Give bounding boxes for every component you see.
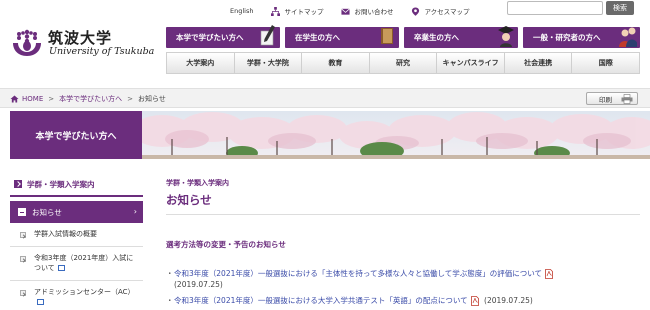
utility-nav: English サイトマップ お問い合わせ アクセスマップ: [230, 4, 487, 18]
search-button[interactable]: 検索: [606, 1, 634, 15]
notice-link[interactable]: 令和3年度（2021年度）一般選抜における「主体性を持って多様な人々と協働して学…: [174, 269, 542, 278]
section-title: 選考方法等の変更・予告のお知らせ: [166, 240, 286, 249]
sidebar-item-admission-center[interactable]: アドミッションセンター（AC）: [10, 281, 143, 310]
audience-students-button[interactable]: 在学生の方へ: [285, 27, 399, 48]
sitemap-icon: [271, 6, 281, 16]
sidebar-heading[interactable]: 学群・学類入学案内: [10, 173, 143, 197]
printer-icon: [621, 93, 633, 104]
search-input[interactable]: [507, 1, 603, 15]
breadcrumb-bar: HOME > 本学で学びたい方へ > お知らせ 印刷: [0, 88, 650, 108]
map-pin-icon: [412, 6, 420, 16]
external-link-icon: [57, 264, 65, 271]
gnav-research[interactable]: 研究: [370, 53, 438, 73]
audience-prospective-label: 本学で学びたい方へ: [176, 33, 244, 42]
gnav-schools[interactable]: 学群・大学院: [235, 53, 303, 73]
gnav-about[interactable]: 大学案内: [167, 53, 235, 73]
list-item: ・ 令和3年度（2021年度）一般選抜における大学入学共通テスト「英語」の配点に…: [166, 295, 640, 306]
category-label: 学群・学類入学案内: [166, 179, 229, 187]
sitemap-label: サイトマップ: [284, 8, 324, 16]
chevron-right-icon: ›: [133, 207, 137, 216]
home-icon: [10, 95, 19, 103]
list-item: ・ 令和3年度（2021年度）一般選抜における「主体性を持って多様な人々と協働し…: [166, 268, 640, 291]
notice-list: ・ 令和3年度（2021年度）一般選抜における「主体性を持って多様な人々と協働し…: [166, 268, 640, 306]
contact-link[interactable]: お問い合わせ: [341, 6, 393, 16]
gnav-social[interactable]: 社会連携: [505, 53, 573, 73]
pen-icon: [260, 25, 275, 46]
sidebar-item-label: アドミッションセンター（AC）: [34, 288, 135, 297]
audience-general-label: 一般・研究者の方へ: [533, 33, 601, 42]
audience-alumni-label: 卒業生の方へ: [414, 33, 459, 42]
gnav-international[interactable]: 国際: [572, 53, 639, 73]
mail-icon: [341, 8, 351, 15]
sidebar-item-label: 令和3年度（2021年度）入試について: [34, 254, 134, 272]
banner-title: 本学で学びたい方へ: [10, 111, 142, 159]
breadcrumb: HOME > 本学で学びたい方へ > お知らせ: [10, 94, 166, 104]
sidebar-item-label: 学群入試情報の概要: [34, 230, 97, 238]
cherry-blossom-image: [142, 111, 650, 159]
breadcrumb-separator: >: [48, 95, 55, 103]
english-link[interactable]: English: [230, 7, 253, 15]
audience-alumni-button[interactable]: 卒業生の方へ: [404, 26, 518, 48]
university-logo[interactable]: 筑波大学 University of Tsukuba: [10, 24, 160, 62]
print-label: 印刷: [599, 95, 612, 104]
breadcrumb-home[interactable]: HOME: [22, 95, 43, 103]
bullet-arrow-icon: [20, 232, 26, 238]
bullet-arrow-icon: [20, 290, 26, 297]
logo-japanese-name: 筑波大学: [48, 29, 113, 47]
audience-prospective-button[interactable]: 本学で学びたい方へ: [166, 25, 280, 48]
access-map-link[interactable]: アクセスマップ: [411, 6, 469, 16]
breadcrumb-separator: >: [127, 95, 133, 103]
paulownia-crest-icon: [13, 29, 41, 56]
book-icon: [381, 28, 393, 44]
main-content: 学群・学類入学案内 お知らせ 選考方法等の変更・予告のお知らせ ・ 令和3年度（…: [166, 178, 640, 310]
breadcrumb-current: お知らせ: [138, 95, 166, 103]
bullet: ・: [166, 295, 174, 305]
sidebar-heading-label: 学群・学類入学案内: [27, 179, 95, 189]
print-button[interactable]: 印刷: [586, 92, 638, 105]
sidebar-item-2021-exam[interactable]: 令和3年度（2021年度）入試について: [10, 247, 143, 282]
audience-general-button[interactable]: 一般・研究者の方へ: [523, 27, 640, 48]
notice-date: (2019.07.25): [174, 280, 223, 290]
square-arrow-icon: [14, 180, 22, 188]
english-label: English: [230, 7, 254, 15]
contact-label: お問い合わせ: [354, 8, 394, 16]
page-banner: 本学で学びたい方へ: [0, 111, 650, 159]
sitemap-link[interactable]: サイトマップ: [271, 6, 323, 16]
sidebar-item-exam-overview[interactable]: 学群入試情報の概要: [10, 223, 143, 248]
access-map-label: アクセスマップ: [424, 8, 470, 16]
pdf-icon: [470, 295, 479, 306]
bullet-arrow-icon: [20, 256, 26, 263]
sidebar-item-news-label: お知らせ: [32, 207, 62, 217]
gnav-education[interactable]: 教育: [302, 53, 370, 73]
notice-link[interactable]: 令和3年度（2021年度）一般選抜における大学入学共通テスト「英語」の配点につい…: [174, 296, 468, 305]
external-link-icon: [37, 298, 44, 305]
logo-english-name: University of Tsukuba: [49, 46, 155, 57]
bullet: ・: [166, 269, 174, 278]
sidebar: 学群・学類入学案内 お知らせ › 学群入試情報の概要 令和3年度（2021年度）…: [10, 173, 143, 310]
audience-students-label: 在学生の方へ: [295, 33, 340, 42]
notice-date: (2019.07.25): [484, 295, 533, 305]
graduate-icon: [498, 26, 514, 47]
global-nav: 大学案内 学群・大学院 教育 研究 キャンパスライフ 社会連携 国際: [166, 52, 640, 74]
people-icon: [619, 27, 637, 47]
page-title: お知らせ: [166, 192, 640, 215]
sidebar-item-news[interactable]: お知らせ ›: [10, 201, 143, 223]
breadcrumb-prospective[interactable]: 本学で学びたい方へ: [59, 94, 122, 104]
gnav-campus-life[interactable]: キャンパスライフ: [437, 53, 505, 73]
minus-icon: [18, 208, 26, 216]
pdf-icon: [545, 269, 553, 279]
